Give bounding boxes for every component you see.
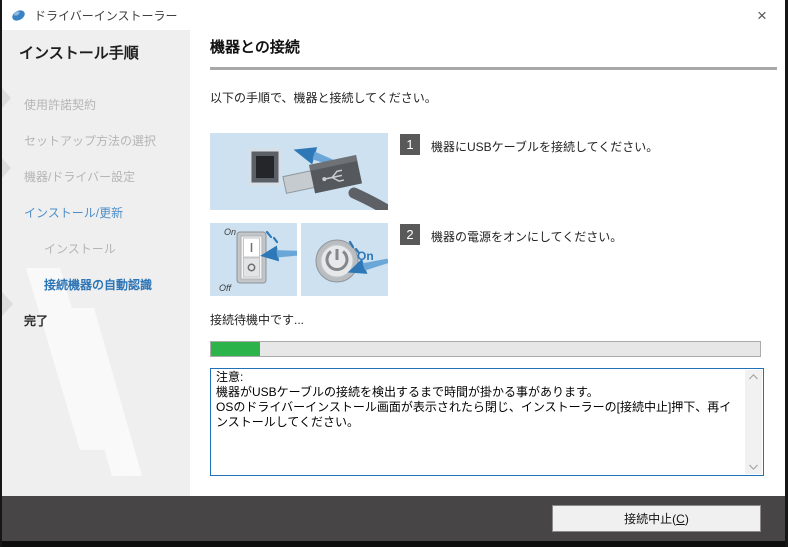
power-switch-illustration: On Off [210,223,301,296]
instruction-text: 以下の手順で、機器と接続してください。 [210,91,437,105]
power-on-label: On [357,249,374,263]
sidebar-title: インストール手順 [19,45,139,62]
cancel-button-mnemonic: C [676,511,685,526]
status-text: 接続待機中です... [210,313,305,327]
cancel-connection-button[interactable]: 接続中止(C) [552,505,761,532]
scrollbar-up-icon[interactable] [749,370,758,384]
install-steps-list: 使用許諾契約 セットアップ方法の選択 機器/ドライバー設定 インストール/更新 … [2,97,190,329]
main-panel: 機器との接続 以下の手順で、機器と接続してください。 1 機器にUSBケーブルを… [190,30,785,496]
sidebar-item-setup-method: セットアップ方法の選択 [24,134,157,148]
sidebar-item-install: インストール [44,242,116,256]
power-button-illustration: On [301,223,389,296]
installer-window: ドライバーインストーラー × インストール手順 使用許諾契約 セットアップ方法の… [0,0,788,547]
step-2-number-badge: 2 [400,224,420,245]
title-bar[interactable]: ドライバーインストーラー × [2,0,785,30]
connection-steps: 1 機器にUSBケーブルを接続してください。 On Off On 2 機器の電源… [210,133,785,296]
note-text: 注意: 機器がUSBケーブルの接続を検出するまで時間が掛かる事があります。 OS… [216,370,732,429]
sidebar-item-install-update: インストール/更新 [24,206,124,220]
cancel-button-label-prefix: 接続中止( [624,512,677,526]
footer-bar: 接続中止(C) [2,496,785,541]
step-1-number-badge: 1 [400,134,420,155]
step-1-text: 機器にUSBケーブルを接続してください。 [431,140,659,154]
app-icon [11,8,26,23]
step-row-1: 1 機器にUSBケーブルを接続してください。 [210,133,785,219]
progress-bar-fill [211,342,261,356]
note-scrollbar[interactable] [745,370,762,474]
usb-cable-illustration [210,133,398,219]
step-2-text: 機器の電源をオンにしてください。 [431,230,623,244]
sidebar-item-auto-detect-device: 接続機器の自動認識 [44,278,153,292]
progress-bar [210,341,761,357]
window-title: ドライバーインストーラー [34,8,178,23]
cancel-button-label-suffix: ) [684,511,689,526]
close-icon[interactable]: × [739,0,785,30]
note-box[interactable]: 注意: 機器がUSBケーブルの接続を検出するまで時間が掛かる事があります。 OS… [210,368,764,476]
switch-off-label: Off [219,283,233,293]
step-row-2: On Off On 2 機器の電源をオンにしてください。 [210,223,785,296]
page-title: 機器との接続 [210,39,300,56]
heading-divider [210,67,777,70]
scrollbar-down-icon[interactable] [749,460,758,474]
window-bottom-edge [2,541,785,547]
sidebar-item-license: 使用許諾契約 [24,98,97,112]
install-steps-sidebar: インストール手順 使用許諾契約 セットアップ方法の選択 機器/ドライバー設定 イ… [2,30,190,496]
switch-on-label: On [224,227,236,237]
sidebar-item-complete: 完了 [24,314,49,328]
sidebar-item-device-driver-settings: 機器/ドライバー設定 [24,170,136,184]
